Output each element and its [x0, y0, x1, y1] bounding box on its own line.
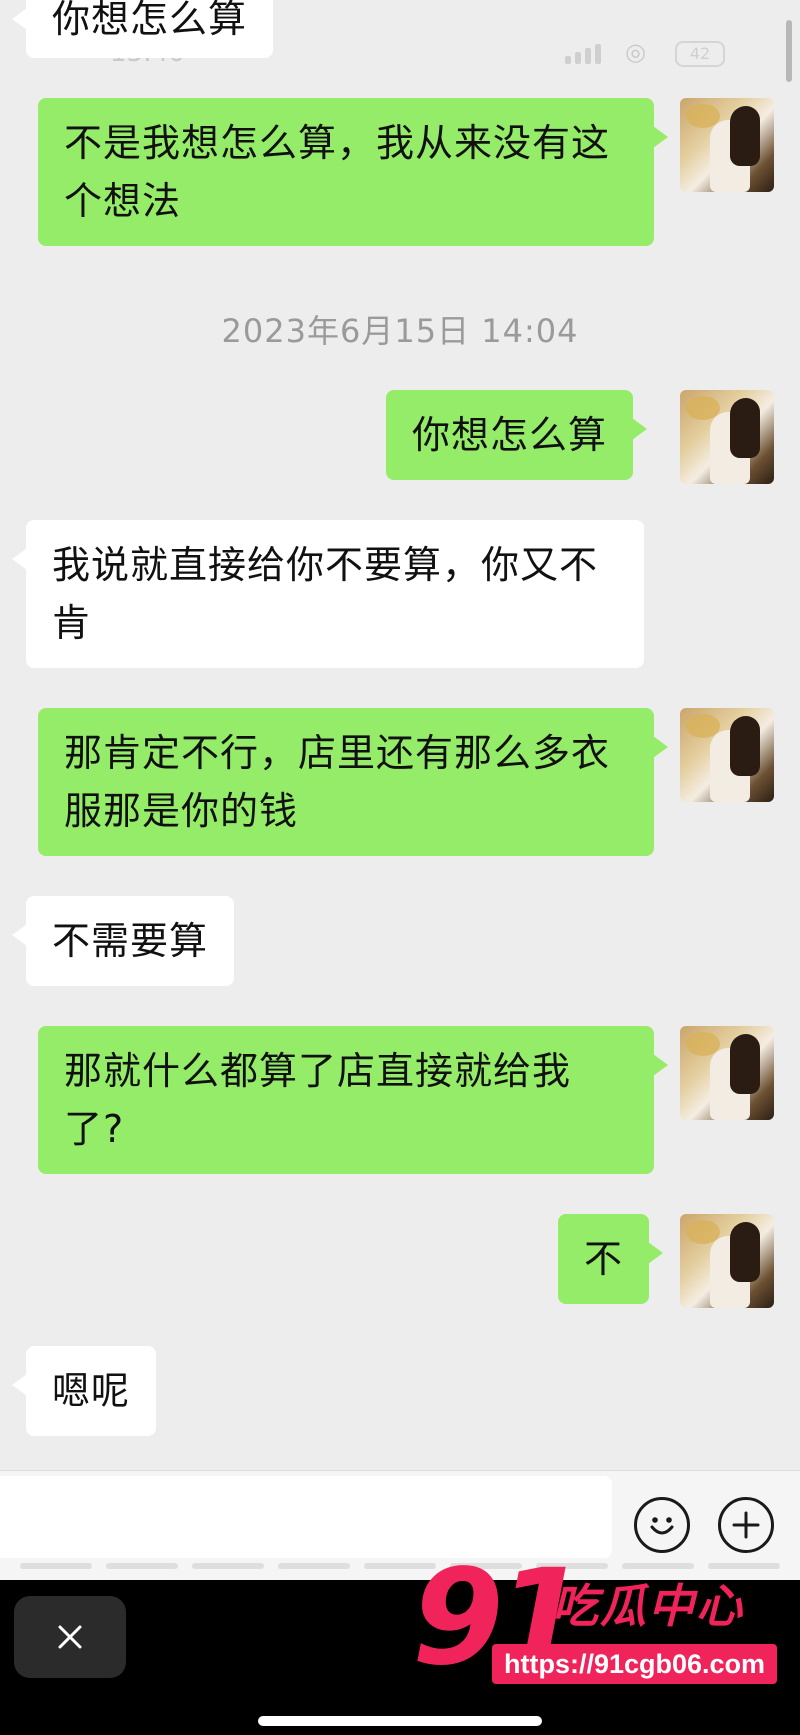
avatar[interactable]	[680, 390, 774, 484]
message-bubble-sent[interactable]: 不是我想怎么算，我从来没有这个想法	[38, 98, 668, 246]
message-bubble-sent[interactable]: 你想怎么算	[386, 390, 648, 480]
message-bubble-received[interactable]: 我说就直接给你不要算，你又不肯	[12, 520, 644, 668]
chat-area: 13:40 ◎ 42 你想怎么算 不是我想怎么算，我从来没有这个想法 2023年…	[0, 0, 800, 1470]
message-bubble-received[interactable]: 不需要算	[11, 896, 235, 986]
home-indicator[interactable]	[258, 1716, 542, 1726]
wifi-icon: ◎	[625, 38, 646, 66]
signal-icon	[565, 44, 601, 64]
close-icon[interactable]	[14, 1596, 126, 1678]
message-bubble-sent[interactable]: 不	[558, 1214, 664, 1304]
message-bubble-sent[interactable]: 那就什么都算了店直接就给我了?	[38, 1026, 668, 1174]
avatar[interactable]	[680, 1026, 774, 1120]
message-bubble-received[interactable]: 你想怎么算	[11, 0, 274, 58]
battery-icon: 42	[675, 41, 725, 67]
scrollbar[interactable]	[786, 20, 792, 82]
plus-icon[interactable]	[718, 1497, 774, 1553]
avatar[interactable]	[680, 98, 774, 192]
message-bubble-sent[interactable]: 那肯定不行，店里还有那么多衣服那是你的钱	[38, 708, 668, 856]
watermark-url: https://91cgb06.com	[492, 1644, 778, 1684]
chat-timestamp: 2023年6月15日 14:04	[221, 312, 579, 350]
message-bubble-received[interactable]: 嗯呢	[11, 1346, 157, 1436]
watermark-name: 吃瓜中心	[552, 1579, 744, 1633]
avatar[interactable]	[680, 708, 774, 802]
avatar[interactable]	[680, 1214, 774, 1308]
watermark-logo: 91 吃瓜中心 https://91cgb06.com	[412, 1548, 792, 1698]
smiley-icon[interactable]	[634, 1497, 690, 1553]
